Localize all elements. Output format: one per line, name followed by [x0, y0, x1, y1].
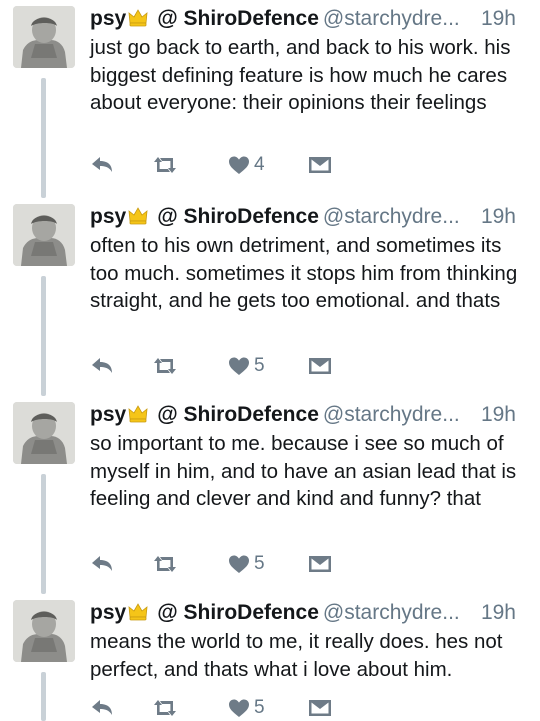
thread-connector-line: [41, 672, 46, 721]
crown-emoji-icon: [127, 600, 149, 631]
tweet-header: psy @ ShiroDefence @starchydre... 19h: [90, 400, 530, 430]
tweet-text: just go back to earth, and back to his w…: [90, 36, 511, 114]
tweet-header: psy @ ShiroDefence @starchydre... 19h: [90, 202, 530, 232]
author-handle[interactable]: @starchydre...: [323, 205, 460, 228]
retweet-button[interactable]: [150, 695, 180, 721]
author-name[interactable]: psy: [90, 205, 126, 228]
tweet-text: so important to me. because i see so muc…: [90, 432, 517, 510]
retweet-icon: [150, 154, 180, 176]
tweet-actions: 4: [90, 152, 350, 178]
direct-message-button[interactable]: [308, 551, 332, 577]
crown-emoji-icon: [127, 6, 149, 37]
like-count: 4: [254, 154, 265, 175]
reply-button[interactable]: [90, 353, 114, 379]
tweet[interactable]: psy @ ShiroDefence @starchydre... 19h just…: [0, 0, 540, 198]
display-name[interactable]: @ ShiroDefence: [157, 205, 319, 228]
crown-emoji-icon: [127, 402, 149, 433]
author-name[interactable]: psy: [90, 601, 126, 624]
tweet-text: often to his own detriment, and sometime…: [90, 234, 518, 312]
direct-message-button[interactable]: [308, 695, 332, 721]
tweet[interactable]: psy @ ShiroDefence @starchydre... 19h mean…: [0, 594, 540, 721]
like-count: 5: [254, 355, 265, 376]
reply-button[interactable]: [90, 551, 114, 577]
like-button[interactable]: 4: [228, 152, 265, 178]
reply-icon: [90, 697, 114, 719]
display-name[interactable]: @ ShiroDefence: [157, 7, 319, 30]
retweet-icon: [150, 553, 180, 575]
like-button[interactable]: 5: [228, 695, 265, 721]
reply-icon: [90, 355, 114, 377]
author-name[interactable]: psy: [90, 7, 126, 30]
reply-icon: [90, 553, 114, 575]
retweet-icon: [150, 355, 180, 377]
like-count: 5: [254, 553, 265, 574]
avatar[interactable]: [13, 402, 75, 464]
author-handle[interactable]: @starchydre...: [323, 403, 460, 426]
like-button[interactable]: 5: [228, 353, 265, 379]
tweet-text: means the world to me, it really does. h…: [90, 630, 503, 681]
timestamp[interactable]: 19h: [481, 202, 516, 232]
thread-connector-line: [41, 474, 46, 594]
author-name[interactable]: psy: [90, 403, 126, 426]
display-name[interactable]: @ ShiroDefence: [157, 601, 319, 624]
timestamp[interactable]: 19h: [481, 598, 516, 628]
reply-icon: [90, 154, 114, 176]
like-button[interactable]: 5: [228, 551, 265, 577]
crown-emoji-icon: [127, 204, 149, 235]
heart-icon: [228, 155, 250, 175]
retweet-icon: [150, 697, 180, 719]
author-handle[interactable]: @starchydre...: [323, 7, 460, 30]
reply-button[interactable]: [90, 152, 114, 178]
tweet-thread: psy @ ShiroDefence @starchydre... 19h just…: [0, 0, 540, 721]
like-count: 5: [254, 697, 265, 718]
direct-message-icon: [308, 698, 332, 718]
thread-connector-line: [41, 78, 46, 198]
tweet[interactable]: psy @ ShiroDefence @starchydre... 19h ofte…: [0, 198, 540, 396]
tweet-actions: 5: [90, 695, 350, 721]
avatar[interactable]: [13, 204, 75, 266]
heart-icon: [228, 554, 250, 574]
direct-message-icon: [308, 155, 332, 175]
tweet[interactable]: psy @ ShiroDefence @starchydre... 19h so i…: [0, 396, 540, 594]
retweet-button[interactable]: [150, 551, 180, 577]
retweet-button[interactable]: [150, 152, 180, 178]
tweet-header: psy @ ShiroDefence @starchydre... 19h: [90, 4, 530, 34]
direct-message-button[interactable]: [308, 152, 332, 178]
tweet-actions: 5: [90, 353, 350, 379]
retweet-button[interactable]: [150, 353, 180, 379]
heart-icon: [228, 698, 250, 718]
direct-message-icon: [308, 356, 332, 376]
avatar[interactable]: [13, 600, 75, 662]
direct-message-icon: [308, 554, 332, 574]
direct-message-button[interactable]: [308, 353, 332, 379]
reply-button[interactable]: [90, 695, 114, 721]
timestamp[interactable]: 19h: [481, 400, 516, 430]
tweet-header: psy @ ShiroDefence @starchydre... 19h: [90, 598, 530, 628]
author-handle[interactable]: @starchydre...: [323, 601, 460, 624]
heart-icon: [228, 356, 250, 376]
thread-connector-line: [41, 276, 46, 396]
display-name[interactable]: @ ShiroDefence: [157, 403, 319, 426]
avatar[interactable]: [13, 6, 75, 68]
timestamp[interactable]: 19h: [481, 4, 516, 34]
tweet-actions: 5: [90, 551, 350, 577]
